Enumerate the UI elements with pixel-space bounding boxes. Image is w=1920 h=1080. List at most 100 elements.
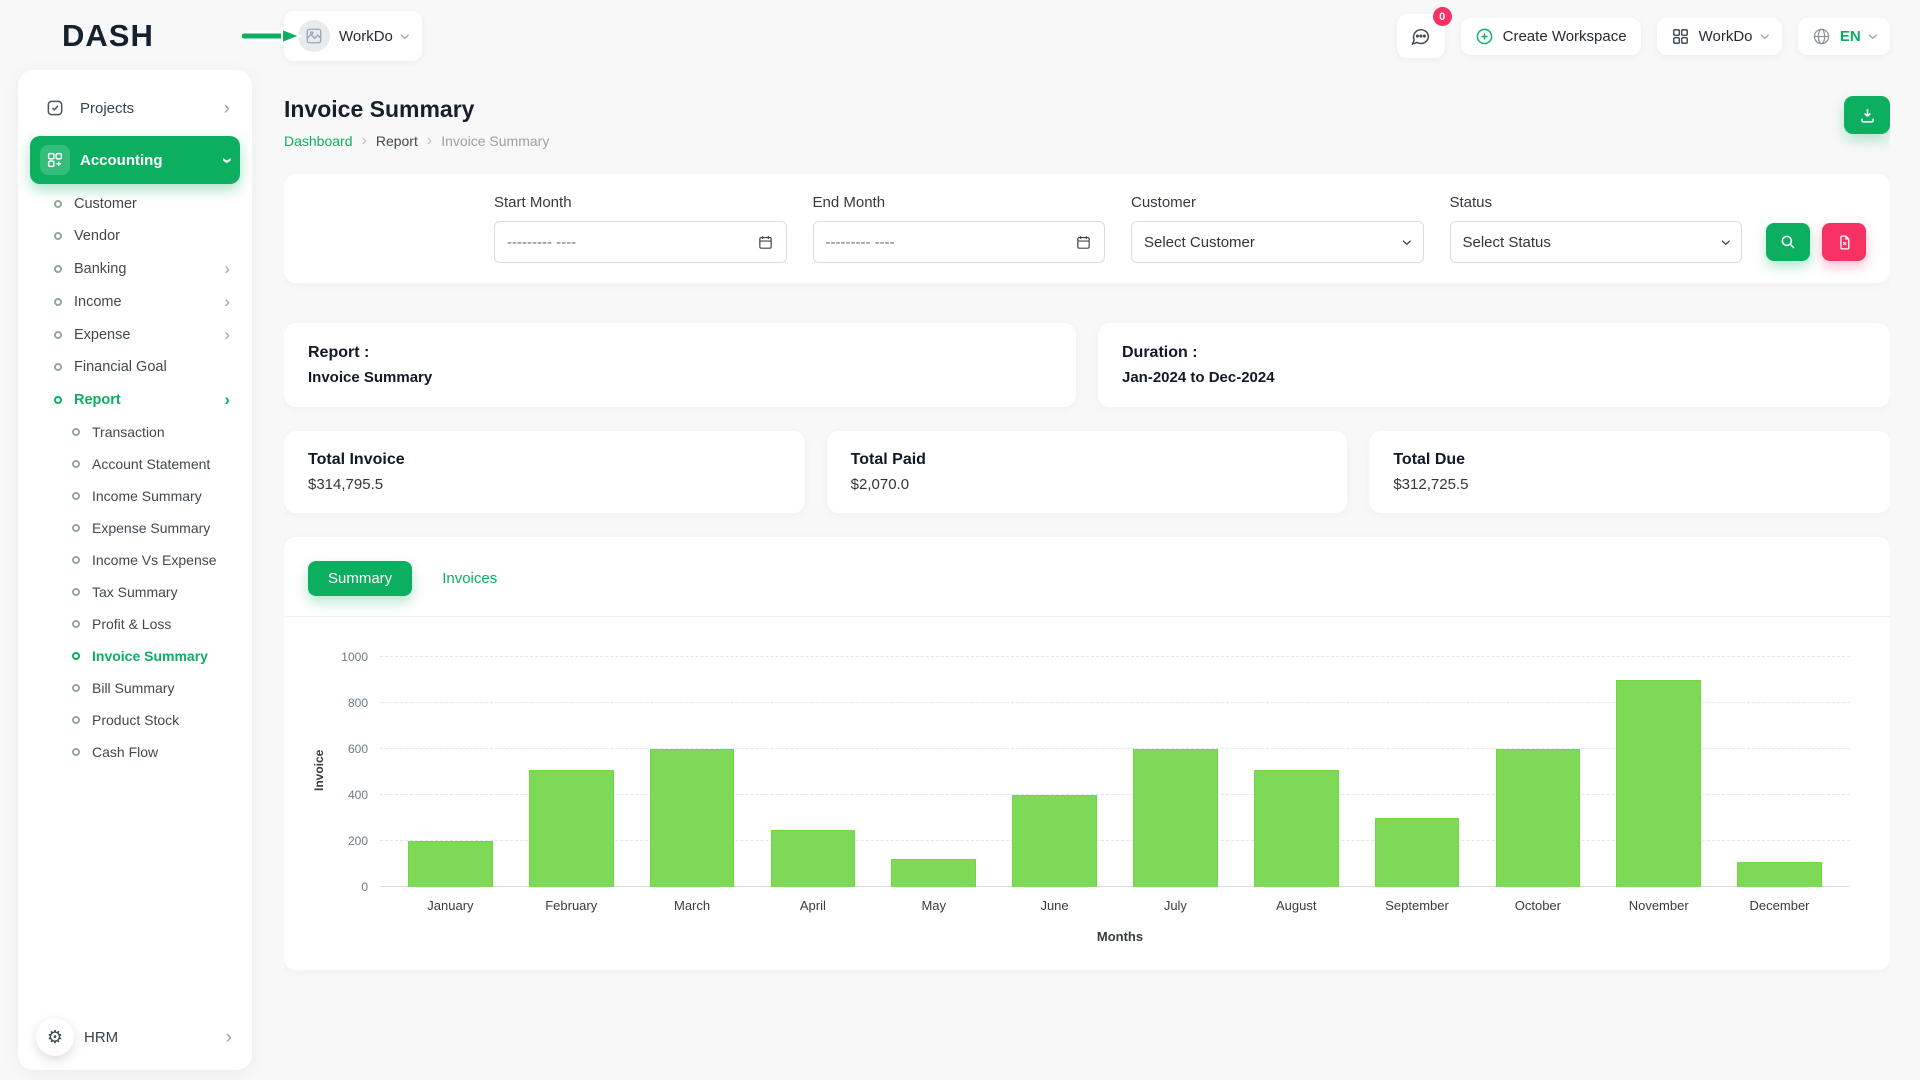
chevron-right-icon: › <box>226 1028 232 1047</box>
settings-button[interactable]: ⚙ <box>36 1018 74 1056</box>
duration-info-title: Duration : <box>1122 344 1866 362</box>
bullet-icon <box>72 524 80 532</box>
sidebar-item-income-summary[interactable]: Income Summary <box>30 480 240 512</box>
reset-button[interactable] <box>1822 223 1866 261</box>
sidebar-item-hrm[interactable]: HRM › <box>84 1028 232 1047</box>
app-switcher-button[interactable]: WorkDo › <box>1657 18 1782 55</box>
y-axis-tick: 800 <box>348 696 368 710</box>
y-axis-tick: 400 <box>348 788 368 802</box>
sidebar-item-label: Income Vs Expense <box>92 552 217 568</box>
bar-november[interactable] <box>1616 680 1701 887</box>
sidebar-item-expense[interactable]: Expense› <box>30 318 240 351</box>
tab-summary[interactable]: Summary <box>308 561 412 596</box>
sidebar-item-financial-goal[interactable]: Financial Goal <box>30 351 240 383</box>
sidebar-item-income[interactable]: Income› <box>30 285 240 318</box>
topbar: DASH WorkDo › 0 <box>0 0 1890 72</box>
chevron-right-icon: › <box>224 391 230 408</box>
brand-logo-text: DASH <box>62 18 154 54</box>
bar-april[interactable] <box>771 830 856 888</box>
grid-icon <box>1671 27 1690 46</box>
sidebar-item-bill-summary[interactable]: Bill Summary <box>30 672 240 704</box>
sidebar-item-label: Financial Goal <box>74 359 167 375</box>
y-axis-title: Invoice <box>310 657 328 884</box>
bar-january[interactable] <box>408 841 493 887</box>
customer-select[interactable]: Select Customer › <box>1131 221 1424 263</box>
x-axis-label: August <box>1236 898 1357 913</box>
sidebar-item-projects[interactable]: Projects › <box>30 84 240 132</box>
stat-label: Total Paid <box>851 451 1324 469</box>
bar-may[interactable] <box>891 859 976 887</box>
chat-button[interactable]: 0 <box>1397 14 1445 58</box>
bar-slot-april <box>752 657 873 887</box>
bar-june[interactable] <box>1012 795 1097 887</box>
create-workspace-button[interactable]: Create Workspace <box>1461 18 1641 55</box>
breadcrumb-dashboard[interactable]: Dashboard <box>284 133 353 149</box>
language-selector[interactable]: EN › <box>1798 18 1890 55</box>
bar-july[interactable] <box>1133 749 1218 887</box>
chart-tabs: Summary Invoices <box>308 561 1866 596</box>
start-month-input[interactable]: --------- ---- <box>494 221 787 263</box>
breadcrumb-report[interactable]: Report <box>376 133 418 149</box>
sidebar-item-report[interactable]: Report› <box>30 383 240 416</box>
chevron-down-icon: › <box>396 33 415 39</box>
bar-december[interactable] <box>1737 862 1822 887</box>
x-axis-label: December <box>1719 898 1840 913</box>
bullet-icon <box>72 748 80 756</box>
sidebar-item-label: Profit & Loss <box>92 616 171 632</box>
sidebar-item-label: Expense <box>74 327 130 343</box>
chart-grid: 02004006008001000 <box>380 657 1850 887</box>
sidebar-item-vendor[interactable]: Vendor <box>30 220 240 252</box>
sidebar-item-income-vs-expense[interactable]: Income Vs Expense <box>30 544 240 576</box>
accounting-icon <box>40 145 70 175</box>
end-month-field: End Month --------- ---- <box>813 194 1106 263</box>
sidebar-item-label: Customer <box>74 196 137 212</box>
bar-february[interactable] <box>529 770 614 887</box>
total-paid-card: Total Paid $2,070.0 <box>827 431 1348 513</box>
sidebar-item-product-stock[interactable]: Product Stock <box>30 704 240 736</box>
bullet-icon <box>54 298 62 306</box>
bar-slot-july <box>1115 657 1236 887</box>
y-axis-tick: 600 <box>348 742 368 756</box>
sidebar-item-transaction[interactable]: Transaction <box>30 416 240 448</box>
x-axis-label: March <box>632 898 753 913</box>
sidebar-item-customer[interactable]: Customer <box>30 188 240 220</box>
sidebar-item-invoice-summary[interactable]: Invoice Summary <box>30 640 240 672</box>
bar-october[interactable] <box>1496 749 1581 887</box>
sidebar-item-label: Income Summary <box>92 488 202 504</box>
bullet-icon <box>54 232 62 240</box>
tab-invoices[interactable]: Invoices <box>422 561 517 596</box>
status-select[interactable]: Select Status › <box>1450 221 1743 263</box>
report-info-title: Report : <box>308 344 1052 362</box>
x-axis-label: April <box>752 898 873 913</box>
logo-arrow-icon <box>242 27 304 45</box>
page-head: Invoice Summary Dashboard › Report › Inv… <box>284 96 1890 150</box>
bar-march[interactable] <box>650 749 735 887</box>
end-month-input[interactable]: --------- ---- <box>813 221 1106 263</box>
sidebar-item-profit-loss[interactable]: Profit & Loss <box>30 608 240 640</box>
brand-logo[interactable]: DASH <box>0 18 284 54</box>
sidebar-item-cash-flow[interactable]: Cash Flow <box>30 736 240 768</box>
search-button[interactable] <box>1766 223 1810 261</box>
chevron-right-icon: › <box>427 132 432 150</box>
stat-label: Total Invoice <box>308 451 781 469</box>
bar-august[interactable] <box>1254 770 1339 887</box>
sidebar-item-label: Expense Summary <box>92 520 210 536</box>
bar-september[interactable] <box>1375 818 1460 887</box>
x-axis-label: June <box>994 898 1115 913</box>
chat-badge: 0 <box>1433 7 1452 26</box>
chevron-down-icon: › <box>1398 239 1417 245</box>
sidebar-item-label: Projects <box>80 100 134 117</box>
status-label: Status <box>1450 194 1743 211</box>
plus-circle-icon <box>1475 27 1494 46</box>
sidebar-item-accounting[interactable]: Accounting › <box>30 136 240 184</box>
workspace-switcher[interactable]: WorkDo › <box>284 11 422 61</box>
sidebar-item-banking[interactable]: Banking› <box>30 252 240 285</box>
chevron-down-icon: › <box>1755 33 1774 39</box>
topbar-actions: 0 Create Workspace WorkDo › <box>1397 14 1890 58</box>
sidebar-item-expense-summary[interactable]: Expense Summary <box>30 512 240 544</box>
x-axis-label: February <box>511 898 632 913</box>
workspace-name: WorkDo <box>339 28 393 45</box>
download-button[interactable] <box>1844 96 1890 134</box>
sidebar-item-tax-summary[interactable]: Tax Summary <box>30 576 240 608</box>
sidebar-item-account-statement[interactable]: Account Statement <box>30 448 240 480</box>
